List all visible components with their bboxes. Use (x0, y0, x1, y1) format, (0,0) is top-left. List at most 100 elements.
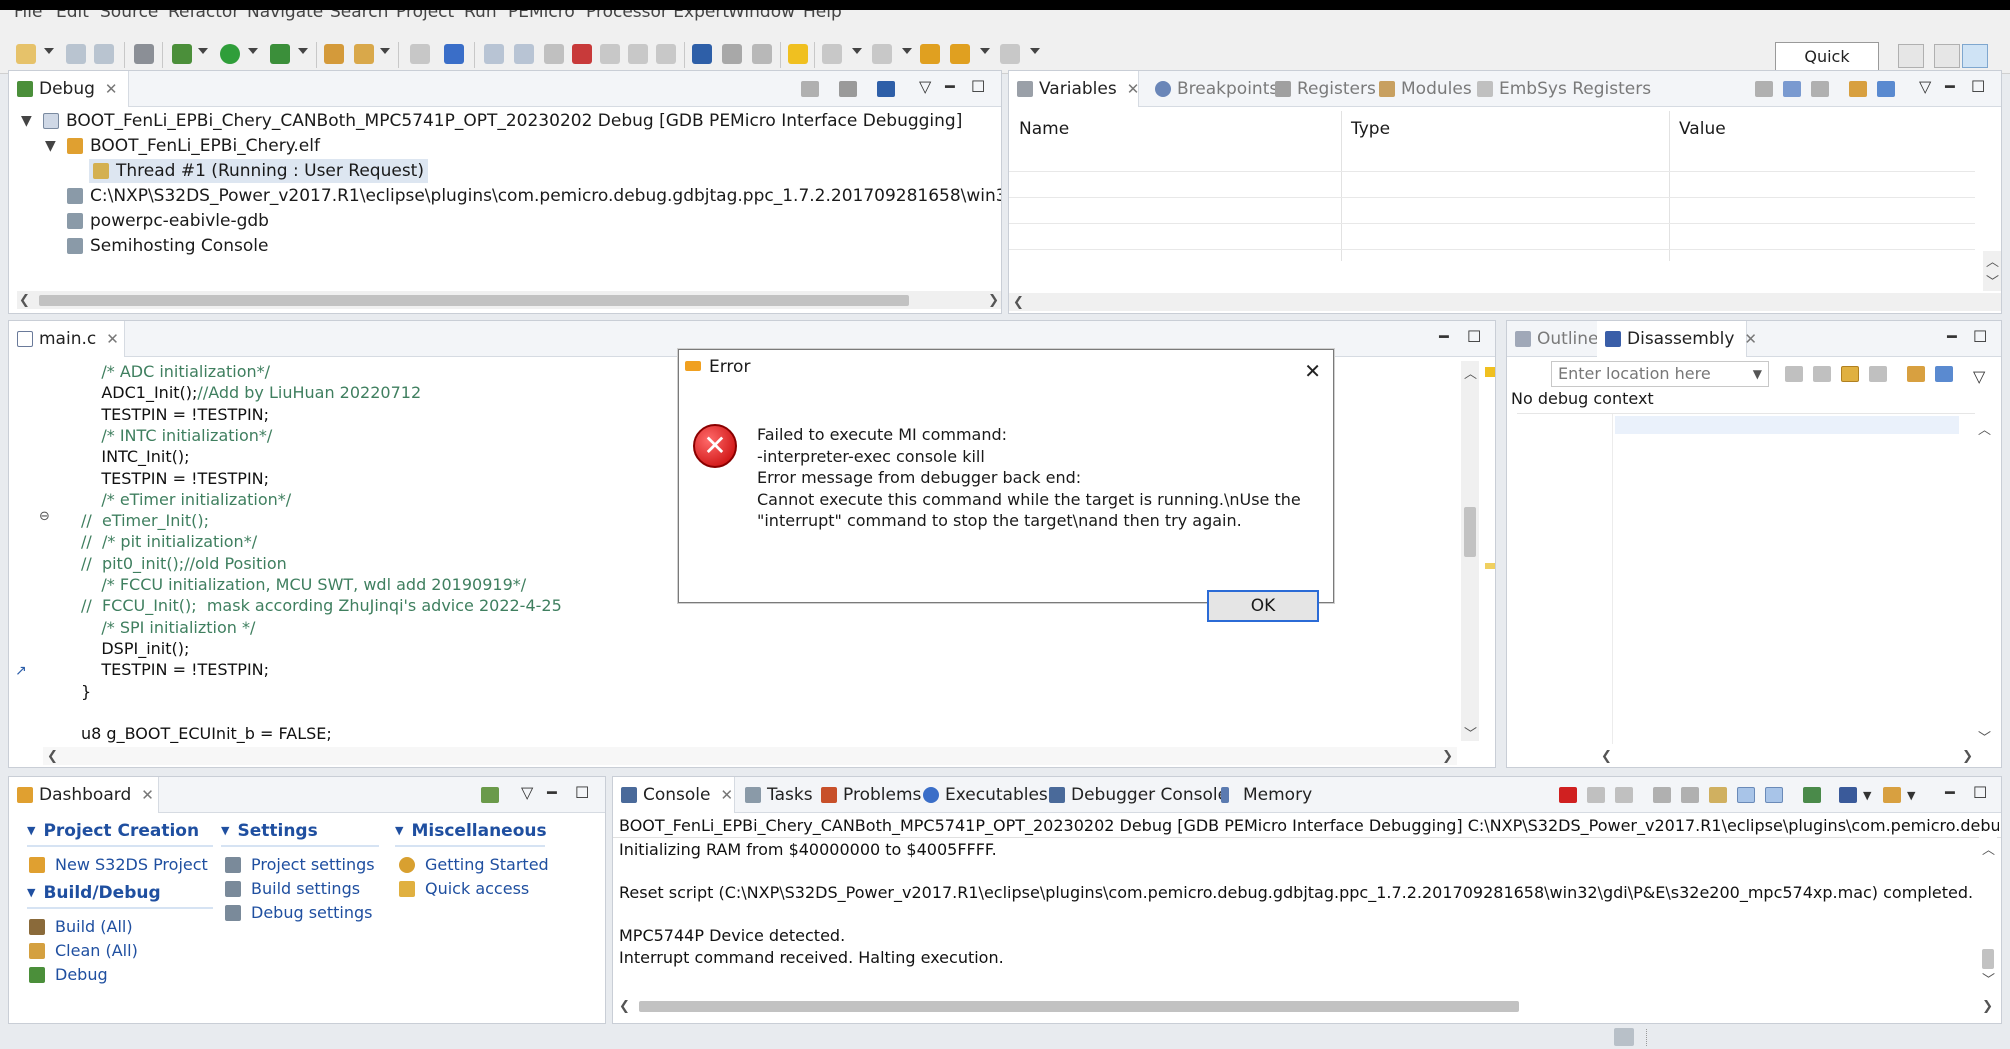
show-on-output-icon[interactable] (1737, 787, 1755, 803)
flash-icon[interactable] (788, 44, 808, 64)
tree-item-launch[interactable]: BOOT_FenLi_EPBi_Chery_CANBoth_MPC5741P_O… (43, 109, 962, 133)
editor-horizontal-scrollbar[interactable]: ❮ ❯ (43, 747, 1457, 765)
column-name[interactable]: Name (1019, 111, 1069, 147)
show-on-error-icon[interactable] (1765, 787, 1783, 803)
search-dropdown-icon[interactable] (380, 48, 390, 54)
tab-tasks[interactable]: Tasks (737, 777, 813, 813)
previous-annotation-dropdown-icon[interactable] (902, 48, 912, 54)
debug-settings-link[interactable]: Debug settings (225, 903, 373, 922)
menu-window[interactable]: Window (728, 10, 795, 22)
step-into-icon[interactable] (600, 44, 620, 64)
close-icon[interactable]: ✕ (721, 786, 734, 804)
pin-icon[interactable] (1935, 366, 1953, 382)
tab-variables[interactable]: Variables ✕ (1009, 71, 1139, 107)
run-icon[interactable] (220, 44, 240, 64)
section-project-creation[interactable]: Project Creation (27, 821, 199, 841)
remove-terminated-icon[interactable] (801, 81, 819, 97)
tab-problems[interactable]: Problems (813, 777, 921, 813)
editor-vertical-scrollbar[interactable]: ︿ ﹀ (1461, 361, 1479, 742)
ok-button[interactable]: OK (1207, 590, 1319, 622)
collapse-icon[interactable] (839, 81, 857, 97)
toggle-mark-icon[interactable] (410, 44, 430, 64)
maximize-icon[interactable]: ☐ (1971, 77, 1985, 96)
show-source-icon[interactable] (1869, 366, 1887, 382)
variables-vertical-scrollbar[interactable]: ︿ ﹀ (1983, 251, 2001, 291)
next-annotation-dropdown-icon[interactable] (852, 48, 862, 54)
tab-memory[interactable]: Memory (1213, 777, 1312, 813)
remove-launch-icon[interactable] (1587, 787, 1605, 803)
overview-warning-marker[interactable] (1485, 367, 1495, 377)
new-s32ds-project-link[interactable]: New S32DS Project (29, 855, 208, 874)
console-horizontal-scrollbar[interactable]: ❮ ❯ (617, 997, 1997, 1015)
minimize-icon[interactable]: ━ (547, 783, 557, 802)
tab-executables[interactable]: Executables (915, 777, 1048, 813)
minimize-icon[interactable]: ━ (1439, 327, 1449, 346)
new-dropdown-icon[interactable] (44, 48, 54, 54)
tab-console[interactable]: Console ✕ (613, 777, 735, 813)
open-console-icon[interactable] (1883, 787, 1901, 803)
menu-edit[interactable]: Edit (56, 10, 89, 22)
debug-horizontal-scrollbar[interactable]: ❮ ❯ (17, 291, 1001, 309)
resume-icon[interactable] (484, 44, 504, 64)
back-dropdown-icon[interactable] (980, 48, 990, 54)
tab-breakpoints[interactable]: Breakpoints (1147, 71, 1278, 107)
step-over-icon[interactable] (628, 44, 648, 64)
build-config-icon[interactable] (134, 44, 154, 64)
menu-project[interactable]: Project (396, 10, 454, 22)
project-settings-link[interactable]: Project settings (225, 855, 375, 874)
tab-main-c[interactable]: main.c ✕ (9, 321, 125, 357)
disconnect-icon[interactable] (572, 44, 592, 64)
terminate-icon[interactable] (544, 44, 564, 64)
skip-breakpoints-icon[interactable] (444, 44, 464, 64)
view-menu-icon[interactable]: ▽ (919, 77, 931, 96)
minimize-icon[interactable]: ━ (1945, 77, 1955, 96)
refresh-icon[interactable] (1785, 366, 1803, 382)
tab-embsys-registers[interactable]: EmbSys Registers (1469, 71, 1651, 107)
tab-modules[interactable]: Modules (1371, 71, 1472, 107)
clean-all-link[interactable]: Clean (All) (29, 941, 138, 960)
disassembly-horizontal-scrollbar[interactable]: ❮ ❯ (1597, 747, 1977, 765)
external-tools-icon[interactable] (270, 44, 290, 64)
instruction-stepping-icon[interactable] (692, 44, 712, 64)
tree-item-gdb[interactable]: powerpc-eabivle-gdb (67, 209, 269, 233)
getting-started-link[interactable]: Getting Started (399, 855, 549, 874)
close-icon[interactable]: ✕ (1304, 354, 1321, 388)
step-return-icon[interactable] (656, 44, 676, 64)
forward-icon[interactable] (1000, 44, 1020, 64)
section-build-debug[interactable]: Build/Debug (27, 883, 160, 903)
restart-icon[interactable] (752, 44, 772, 64)
new-view-icon[interactable] (1849, 81, 1867, 97)
tab-outline[interactable]: Outline (1507, 321, 1599, 357)
close-icon[interactable]: ✕ (141, 786, 154, 804)
run-dropdown-icon[interactable] (248, 48, 258, 54)
word-wrap-icon[interactable] (1709, 787, 1727, 803)
section-miscellaneous[interactable]: Miscellaneous (395, 821, 546, 841)
save-all-icon[interactable] (94, 44, 114, 64)
close-icon[interactable]: ✕ (1127, 80, 1140, 98)
pin-icon[interactable] (1877, 81, 1895, 97)
maximize-icon[interactable]: ☐ (1973, 327, 1987, 346)
section-settings[interactable]: Settings (221, 821, 317, 841)
external-tools-dropdown-icon[interactable] (298, 48, 308, 54)
c-cpp-perspective-icon[interactable] (1934, 44, 1960, 68)
quick-access-field[interactable]: Quick Access (1775, 42, 1879, 94)
last-edit-location-icon[interactable] (920, 44, 940, 64)
view-menu-icon[interactable]: ▽ (521, 783, 533, 802)
previous-annotation-icon[interactable] (872, 44, 892, 64)
new-view-icon[interactable] (1907, 366, 1925, 382)
tab-debugger-console[interactable]: Debugger Console (1041, 777, 1228, 813)
close-icon[interactable]: ✕ (106, 330, 119, 348)
new-icon[interactable] (16, 44, 36, 64)
scroll-lock-icon[interactable] (1681, 787, 1699, 803)
pin-console-icon[interactable] (1803, 787, 1821, 803)
view-menu-icon[interactable]: ▽ (1973, 367, 1985, 386)
next-annotation-icon[interactable] (822, 44, 842, 64)
close-icon[interactable]: ✕ (1744, 330, 1757, 348)
menu-search[interactable]: Search (330, 10, 388, 22)
debug-dropdown-icon[interactable] (198, 48, 208, 54)
maximize-icon[interactable]: ☐ (575, 783, 589, 802)
console-vertical-scrollbar[interactable]: ︿ ﹀ (1979, 837, 1997, 988)
menu-refactor[interactable]: Refactor (168, 10, 239, 22)
suspend-icon[interactable] (514, 44, 534, 64)
terminate-icon[interactable] (1559, 787, 1577, 803)
